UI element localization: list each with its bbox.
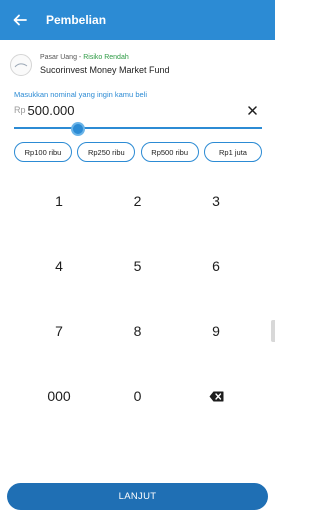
fund-category: Pasar Uang (40, 54, 77, 61)
key-4[interactable]: 4 (20, 241, 98, 291)
preset-250k-button[interactable]: Rp250 ribu (77, 142, 136, 162)
clear-button[interactable] (244, 102, 260, 118)
cursor-handle[interactable] (71, 122, 85, 136)
close-icon (247, 105, 257, 115)
fund-risk: Risiko Rendah (83, 54, 129, 61)
currency-prefix: Rp (14, 105, 26, 115)
edge-scroll-tab[interactable] (271, 320, 275, 342)
back-button[interactable] (2, 0, 38, 40)
app-bar: Pembelian (0, 0, 275, 40)
backspace-button[interactable] (177, 371, 255, 421)
key-5[interactable]: 5 (99, 241, 177, 291)
key-9[interactable]: 9 (177, 306, 255, 356)
preset-100k-button[interactable]: Rp100 ribu (14, 142, 72, 162)
key-0[interactable]: 0 (99, 371, 177, 421)
fund-card: Pasar Uang - Risiko Rendah Sucorinvest M… (10, 52, 265, 78)
page-title: Pembelian (46, 13, 107, 27)
key-7[interactable]: 7 (20, 306, 98, 356)
key-2[interactable]: 2 (99, 176, 177, 226)
preset-500k-button[interactable]: Rp500 ribu (140, 142, 199, 162)
fund-category-line: Pasar Uang - Risiko Rendah (40, 53, 170, 62)
fund-name: Sucorinvest Money Market Fund (40, 65, 170, 75)
key-8[interactable]: 8 (99, 306, 177, 356)
numeric-keypad: 1 2 3 4 5 6 7 8 9 000 0 (20, 176, 255, 436)
preset-1m-button[interactable]: Rp1 juta (203, 142, 262, 162)
arrow-left-icon (13, 14, 27, 26)
key-6[interactable]: 6 (177, 241, 255, 291)
amount-underline (14, 127, 262, 129)
amount-input[interactable]: Rp 500.000 (14, 100, 264, 120)
key-3[interactable]: 3 (177, 176, 255, 226)
amount-label: Masukkan nominal yang ingin kamu beli (14, 90, 147, 99)
key-000[interactable]: 000 (20, 371, 98, 421)
key-1[interactable]: 1 (20, 176, 98, 226)
amount-value: 500.000 (27, 102, 75, 118)
fund-logo-icon (14, 63, 28, 68)
fund-logo (10, 54, 32, 76)
continue-button[interactable]: LANJUT (7, 483, 268, 510)
preset-amounts: Rp100 ribu Rp250 ribu Rp500 ribu Rp1 jut… (14, 142, 262, 162)
backspace-icon (209, 391, 223, 401)
